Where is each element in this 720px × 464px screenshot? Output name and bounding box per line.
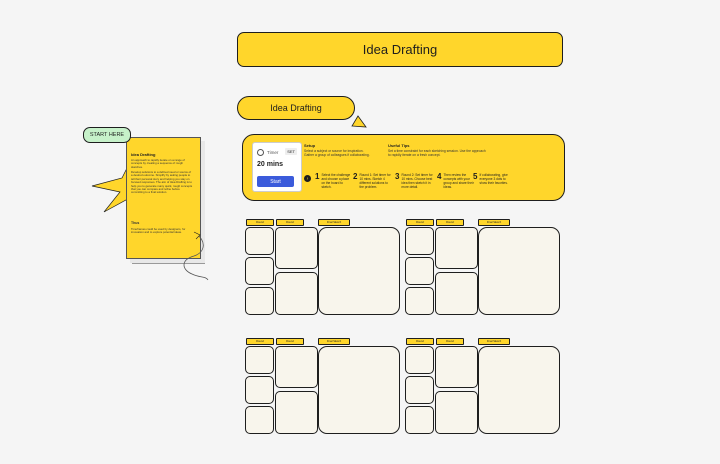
- round-label: Round: [436, 338, 464, 345]
- step-2: 2 Round 1: Set timer for 10 mins. Sketch …: [353, 172, 391, 190]
- timer-start-button[interactable]: Start: [257, 176, 294, 187]
- sketch-box-medium[interactable]: [435, 227, 478, 269]
- sketch-box-medium[interactable]: [275, 346, 318, 388]
- round-label: Round: [276, 219, 304, 226]
- timer-label: Timer: [267, 150, 279, 155]
- sketch-box-small[interactable]: [245, 257, 274, 285]
- final-sketch-label: Final Sketch: [478, 338, 510, 345]
- tips-heading: Useful Tips: [388, 143, 410, 148]
- sketch-box-small[interactable]: [245, 376, 274, 404]
- sketch-box-small[interactable]: [245, 227, 274, 255]
- arrow-right-icon: ›: [304, 175, 311, 182]
- final-sketch-label: Final Sketch: [318, 338, 350, 345]
- round-label: Round: [406, 338, 434, 345]
- sketch-box-small[interactable]: [405, 227, 434, 255]
- note-tips-heading: Thus: [131, 221, 140, 225]
- step-5: 5 If collaborating, give everyone 3 dots …: [473, 172, 508, 186]
- board-title[interactable]: Idea Drafting: [237, 32, 563, 67]
- sketch-box-small[interactable]: [405, 376, 434, 404]
- note-heading: Idea Drafting: [131, 152, 156, 157]
- round-label: Round: [436, 219, 464, 226]
- sketch-box-medium[interactable]: [435, 346, 478, 388]
- final-sketch-box[interactable]: [478, 346, 560, 434]
- sketch-box-small[interactable]: [245, 346, 274, 374]
- final-sketch-label: Final Sketch: [478, 219, 510, 226]
- sketch-box-medium[interactable]: [435, 391, 478, 434]
- section-title-pill[interactable]: Idea Drafting: [237, 96, 355, 120]
- sketch-box-small[interactable]: [245, 406, 274, 434]
- final-sketch-box[interactable]: [318, 346, 400, 434]
- final-sketch-label: Final Sketch: [318, 219, 350, 226]
- setup-text: Select a subject or source for inspirati…: [304, 149, 370, 157]
- start-here-sticker[interactable]: START HERE: [83, 127, 131, 143]
- round-label: Round: [246, 219, 274, 226]
- sketch-box-small[interactable]: [405, 406, 434, 434]
- sketch-box-medium[interactable]: [275, 272, 318, 315]
- step-4: 4 Then review the concepts with your grou…: [437, 172, 474, 190]
- timer-header: Timer: [257, 149, 278, 156]
- round-label: Round: [276, 338, 304, 345]
- sketch-box-small[interactable]: [405, 257, 434, 285]
- tips-text: Set a time constraint for each sketching…: [388, 149, 486, 157]
- timer-duration: 20 mins: [257, 161, 284, 168]
- final-sketch-box[interactable]: [318, 227, 400, 315]
- step-1: 1 Select the challenge and choose a place…: [315, 172, 351, 190]
- step-3: 3 Round 2: Set timer for 10 mins. Choose …: [395, 172, 433, 190]
- sketch-box-small[interactable]: [245, 287, 274, 315]
- note-intro: An approach to rapidly iterate on a rang…: [131, 158, 185, 169]
- sketch-box-medium[interactable]: [435, 272, 478, 315]
- sketch-box-medium[interactable]: [275, 391, 318, 434]
- timer-set-button[interactable]: SET: [285, 148, 297, 155]
- setup-heading: Setup: [304, 143, 316, 148]
- sketch-box-medium[interactable]: [275, 227, 318, 269]
- pointer-arrow-icon: [351, 115, 367, 128]
- clock-icon: [257, 149, 264, 156]
- sketch-box-small[interactable]: [405, 346, 434, 374]
- round-label: Round: [246, 338, 274, 345]
- note-body: Develop solutions to a defined need or s…: [131, 170, 193, 195]
- timer-widget[interactable]: Timer SET 20 mins Start: [252, 142, 302, 192]
- round-label: Round: [406, 219, 434, 226]
- connector-curve: [183, 231, 209, 281]
- sketch-box-small[interactable]: [405, 287, 434, 315]
- final-sketch-box[interactable]: [478, 227, 560, 315]
